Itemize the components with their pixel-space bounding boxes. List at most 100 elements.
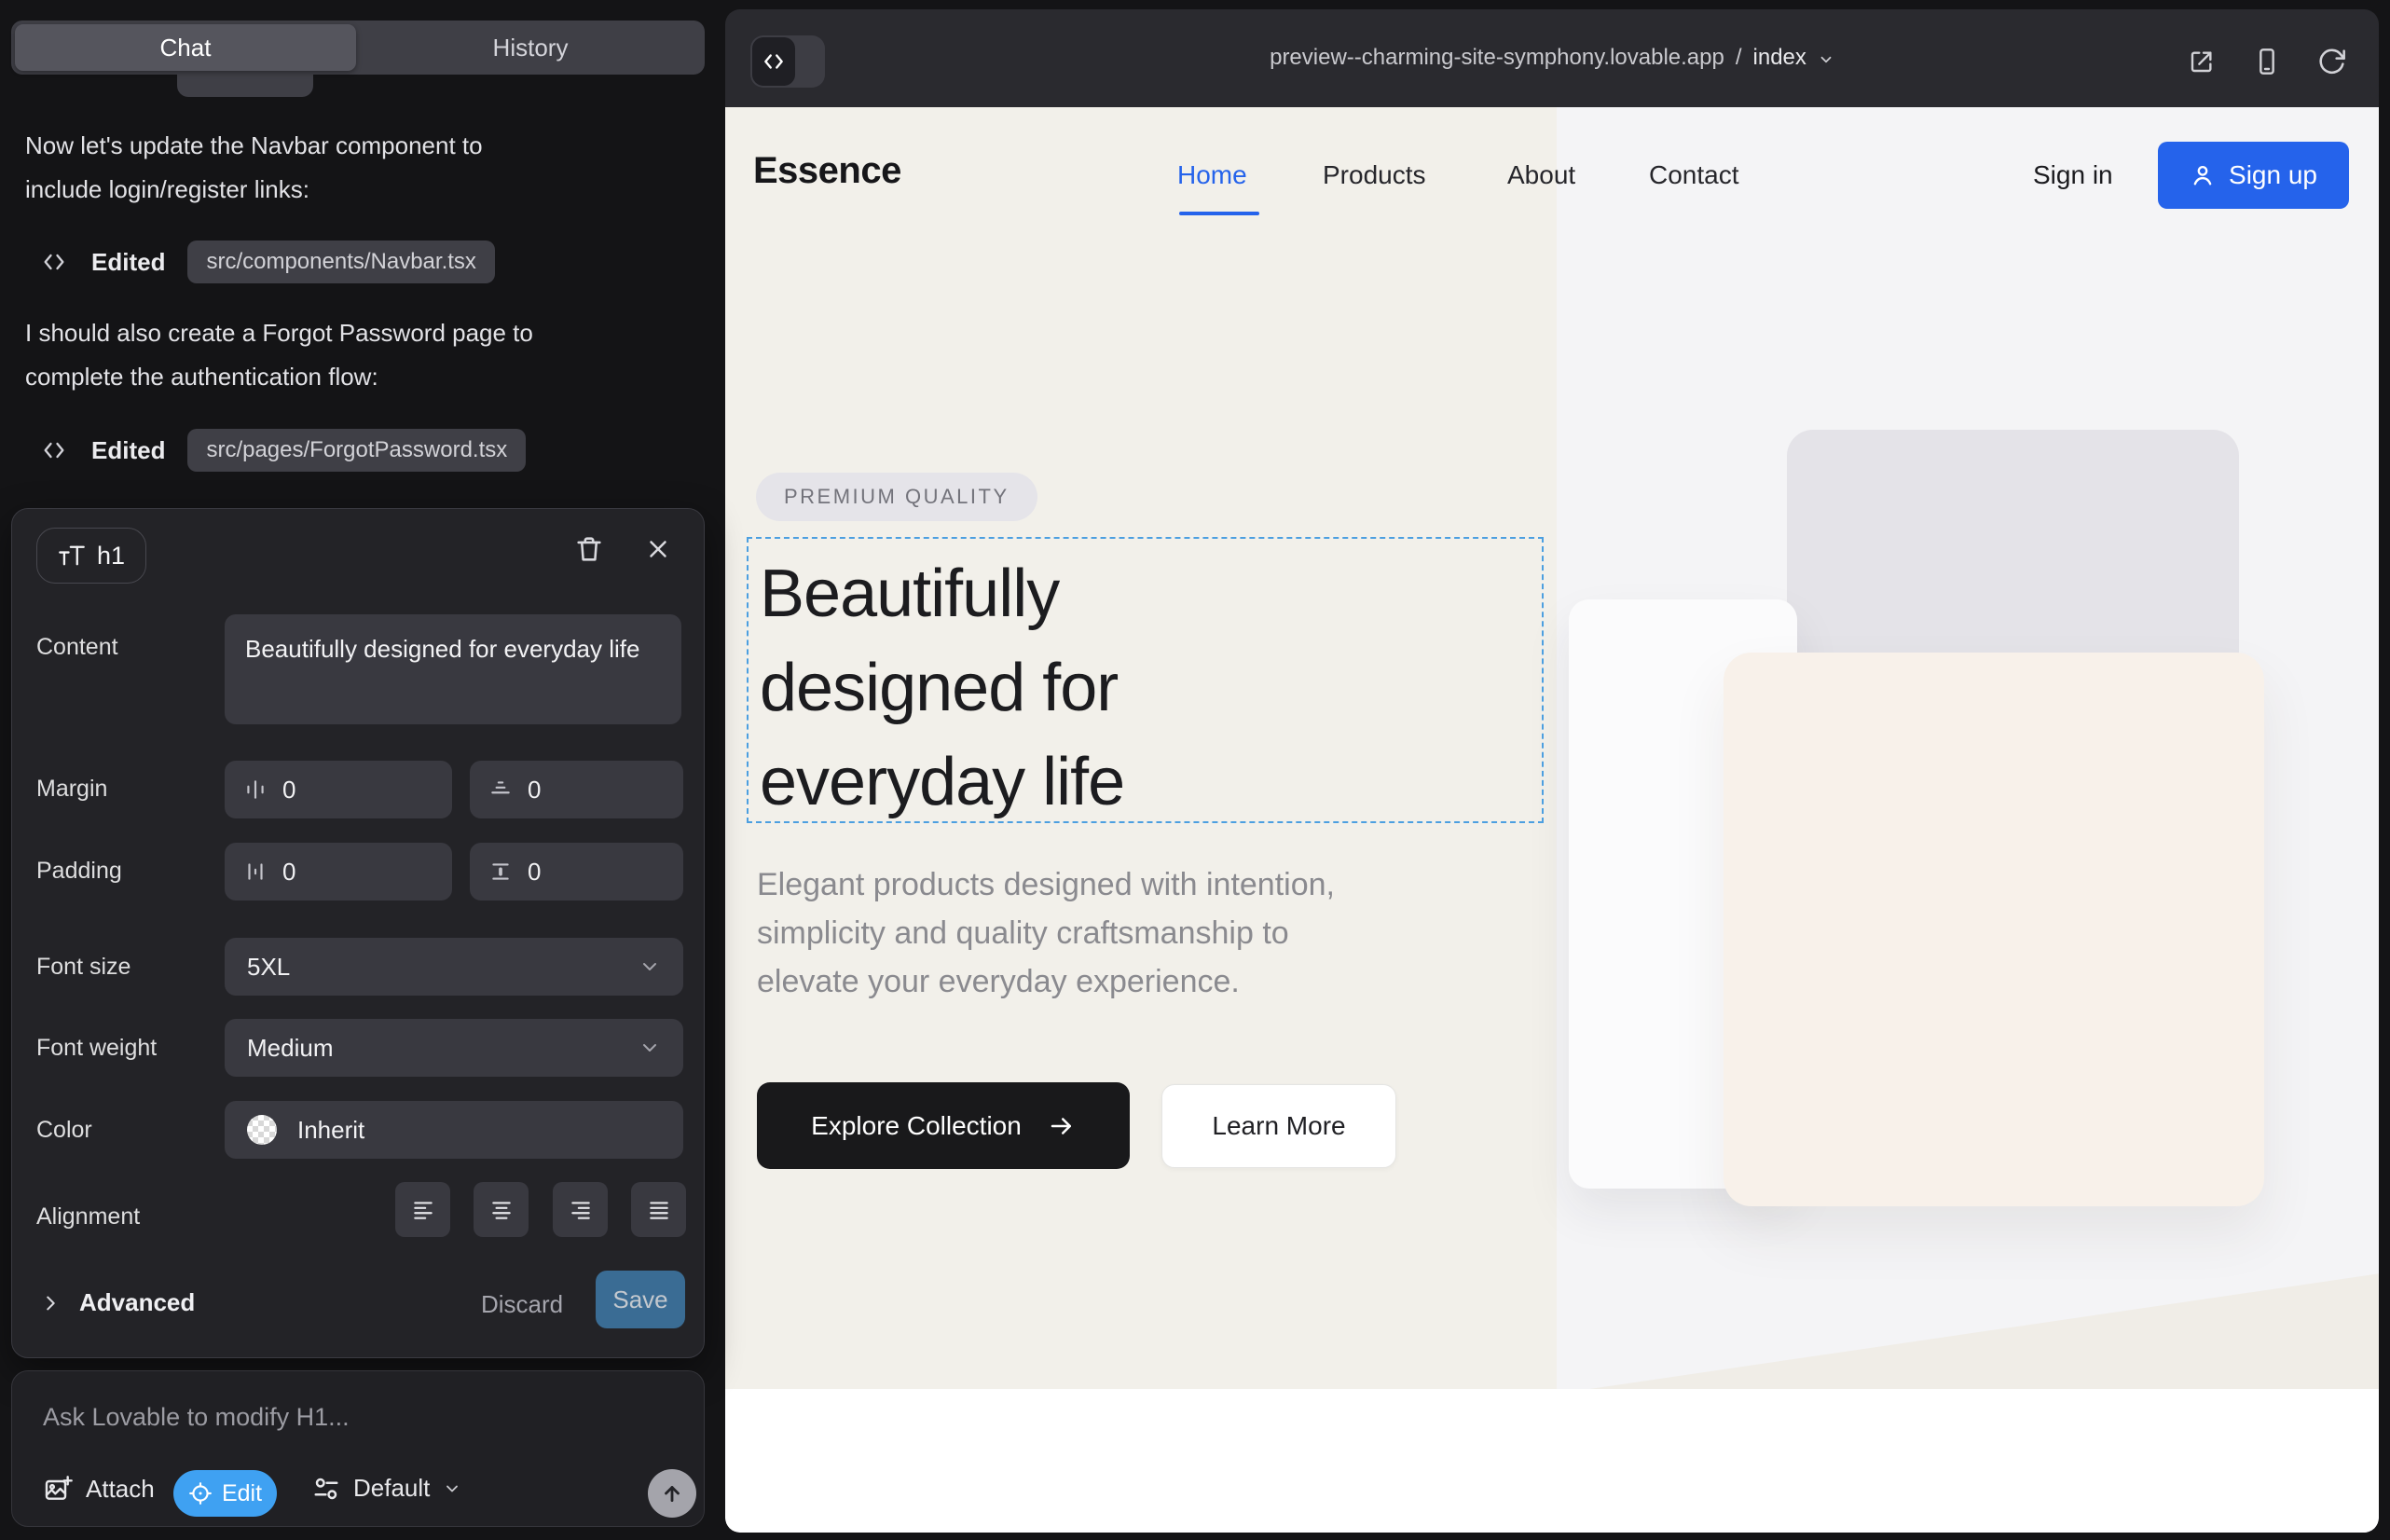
sliders-icon [312, 1475, 340, 1503]
hero-heading-line: everyday life [760, 736, 1124, 830]
learn-more-button[interactable]: Learn More [1161, 1084, 1396, 1168]
page-name: index [1753, 45, 1806, 71]
code-icon [41, 249, 67, 275]
margin-label: Margin [36, 776, 107, 803]
explore-collection-button[interactable]: Explore Collection [757, 1082, 1130, 1169]
tab-history[interactable]: History [360, 24, 701, 71]
decor-card-cream [1724, 653, 2264, 1206]
font-size-select[interactable]: 5XL [225, 938, 683, 996]
attach-button[interactable]: Attach [43, 1474, 155, 1504]
hero-paragraph-line: Elegant products designed with intention… [757, 860, 1335, 909]
nav-link-home[interactable]: Home [1177, 160, 1247, 190]
font-weight-value: Medium [247, 1034, 333, 1063]
font-size-label: Font size [36, 954, 130, 981]
arrow-up-icon [660, 1481, 684, 1506]
padding-y-input[interactable]: 0 [470, 843, 683, 901]
margin-x-input[interactable]: 0 [225, 761, 452, 818]
advanced-label: Advanced [79, 1288, 195, 1317]
composer: Ask Lovable to modify H1... Attach Edit … [11, 1370, 705, 1527]
selected-element-badge: h1 [36, 528, 146, 584]
chat-message-line: I should also create a Forgot Password p… [25, 311, 689, 355]
padding-label: Padding [36, 858, 122, 885]
nav-link-contact[interactable]: Contact [1649, 160, 1739, 190]
margin-horizontal-icon [243, 777, 268, 802]
preview-browser-frame: preview--charming-site-symphony.lovable.… [725, 9, 2379, 1533]
sign-in-link[interactable]: Sign in [2033, 160, 2113, 190]
margin-y-input[interactable]: 0 [470, 761, 683, 818]
nav-link-products[interactable]: Products [1323, 160, 1426, 190]
advanced-toggle[interactable]: Advanced [40, 1288, 195, 1317]
next-section-band [725, 1389, 2379, 1533]
url-bar[interactable]: preview--charming-site-symphony.lovable.… [725, 45, 2379, 71]
content-label: Content [36, 634, 118, 661]
discard-button[interactable]: Discard [481, 1290, 563, 1319]
align-center-button[interactable] [474, 1182, 529, 1237]
padding-x-value: 0 [282, 858, 295, 887]
premium-quality-badge: PREMIUM QUALITY [756, 473, 1037, 521]
attach-image-icon [43, 1474, 73, 1504]
edit-mode-button[interactable]: Edit [173, 1470, 277, 1517]
margin-y-value: 0 [528, 776, 541, 804]
edited-file-row: Edited src/pages/ForgotPassword.tsx [41, 429, 526, 472]
padding-y-value: 0 [528, 858, 541, 887]
padding-horizontal-icon [243, 859, 268, 884]
edited-file-row: Edited src/components/Navbar.tsx [41, 241, 495, 283]
site-viewport: Essence Home Products About Contact Sign… [725, 107, 2379, 1533]
site-logo[interactable]: Essence [753, 150, 901, 192]
edit-label: Edit [222, 1480, 262, 1507]
explore-collection-label: Explore Collection [811, 1111, 1022, 1141]
color-select[interactable]: Inherit [225, 1101, 683, 1159]
hero-paragraph: Elegant products designed with intention… [757, 860, 1335, 1006]
open-external-button[interactable] [2187, 47, 2217, 76]
content-input[interactable]: Beautifully designed for everyday life [225, 614, 681, 724]
user-icon [2190, 162, 2216, 188]
file-chip[interactable]: src/components/Navbar.tsx [187, 241, 494, 283]
chevron-right-icon [40, 1293, 61, 1313]
nav-link-about[interactable]: About [1507, 160, 1575, 190]
preview-url: preview--charming-site-symphony.lovable.… [1270, 45, 1724, 71]
hero-paragraph-line: simplicity and quality craftsmanship to [757, 909, 1335, 957]
code-icon [41, 437, 67, 463]
active-nav-underline [1179, 212, 1259, 215]
refresh-button[interactable] [2317, 47, 2347, 76]
file-chip[interactable]: src/pages/ForgotPassword.tsx [187, 429, 526, 472]
sign-up-button[interactable]: Sign up [2158, 142, 2349, 209]
chevron-down-icon [639, 956, 661, 978]
url-separator: / [1736, 45, 1742, 71]
save-button[interactable]: Save [596, 1271, 685, 1328]
mode-label: Default [353, 1474, 430, 1503]
send-button[interactable] [648, 1469, 696, 1518]
chat-message-line: complete the authentication flow: [25, 355, 689, 399]
hero-heading-line: designed for [760, 641, 1124, 736]
mobile-view-button[interactable] [2252, 47, 2282, 76]
chevron-down-icon [443, 1479, 461, 1498]
font-size-value: 5XL [247, 953, 290, 982]
crosshair-icon [188, 1481, 213, 1506]
hero-heading[interactable]: Beautifully designed for everyday life [760, 547, 1124, 830]
align-right-button[interactable] [553, 1182, 608, 1237]
color-swatch [247, 1115, 277, 1145]
hero-heading-line: Beautifully [760, 547, 1124, 641]
padding-vertical-icon [488, 859, 513, 884]
margin-vertical-icon [488, 777, 513, 802]
alignment-label: Alignment [36, 1203, 140, 1231]
color-label: Color [36, 1117, 92, 1144]
align-left-button[interactable] [395, 1182, 450, 1237]
hero-paragraph-line: elevate your everyday experience. [757, 957, 1335, 1006]
padding-x-input[interactable]: 0 [225, 843, 452, 901]
composer-input[interactable]: Ask Lovable to modify H1... [43, 1403, 350, 1432]
mode-selector[interactable]: Default [312, 1474, 461, 1503]
app-root: Chat History Now let's update the Navbar… [0, 0, 2390, 1540]
tab-chat[interactable]: Chat [15, 24, 356, 71]
align-justify-button[interactable] [631, 1182, 686, 1237]
font-weight-select[interactable]: Medium [225, 1019, 683, 1077]
close-editor-icon[interactable] [644, 535, 672, 563]
chevron-down-icon [639, 1037, 661, 1059]
chat-message: Now let's update the Navbar component to… [25, 124, 689, 212]
edited-label: Edited [91, 248, 165, 277]
attach-label: Attach [86, 1475, 155, 1504]
sign-up-label: Sign up [2229, 160, 2317, 190]
chat-message: I should also create a Forgot Password p… [25, 311, 689, 399]
chat-history-tabbar: Chat History [11, 21, 705, 75]
delete-element-button[interactable] [573, 533, 605, 565]
